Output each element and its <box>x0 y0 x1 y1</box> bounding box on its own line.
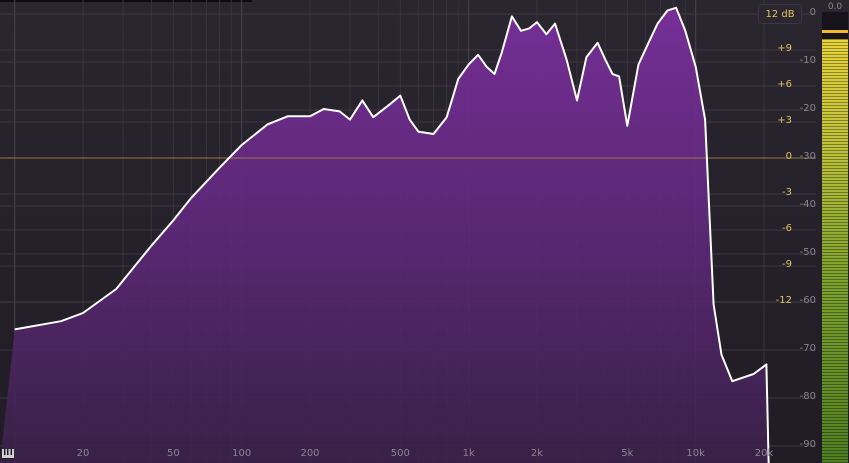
db-scale-label: -30 <box>799 151 816 162</box>
frequency-label: 10k <box>686 448 705 459</box>
eq-scale-label: +6 <box>777 79 792 90</box>
level-meter <box>822 12 848 463</box>
frequency-label: 5k <box>621 448 634 459</box>
spectrum-fill <box>0 7 769 463</box>
db-scale-label: -90 <box>799 439 816 450</box>
frequency-label: 2k <box>530 448 544 459</box>
db-scale-label: -40 <box>799 199 816 210</box>
db-scale-label: -10 <box>799 55 816 66</box>
range-button-label: 12 dB <box>765 8 795 20</box>
db-scale-label: -50 <box>799 247 816 258</box>
eq-scale-label: -6 <box>782 223 792 234</box>
meter-bar <box>822 39 848 463</box>
frequency-label: 20 <box>76 448 90 459</box>
frequency-label: 200 <box>300 448 320 459</box>
piano-keys-icon[interactable] <box>2 449 14 459</box>
db-scale-label: -60 <box>799 295 816 306</box>
frequency-label: 1k <box>462 448 475 459</box>
db-scale-label: -80 <box>799 391 816 402</box>
eq-scale-label: +3 <box>777 115 792 126</box>
spectrum-display[interactable] <box>0 0 849 463</box>
eq-scale-label: -9 <box>782 259 792 270</box>
spectrum-analyzer: +9 +6 +3 0 -3 -6 -9 -12 0 -10 -20 -30 -40 -50 -60 -70-… <box>0 0 849 463</box>
db-scale-label: -70 <box>799 343 816 354</box>
eq-scale-label: +9 <box>777 43 792 54</box>
meter-peak <box>822 30 848 34</box>
frequency-label: 100 <box>232 448 252 459</box>
frequency-label: 500 <box>390 448 410 459</box>
frequency-label: 20k <box>754 448 774 459</box>
meter-readout: 0.0 <box>827 2 843 12</box>
eq-scale-label: -3 <box>782 187 792 198</box>
db-scale-label: -20 <box>799 103 816 114</box>
frequency-label: 50 <box>166 448 180 459</box>
range-button[interactable]: 12 dB <box>758 4 802 24</box>
